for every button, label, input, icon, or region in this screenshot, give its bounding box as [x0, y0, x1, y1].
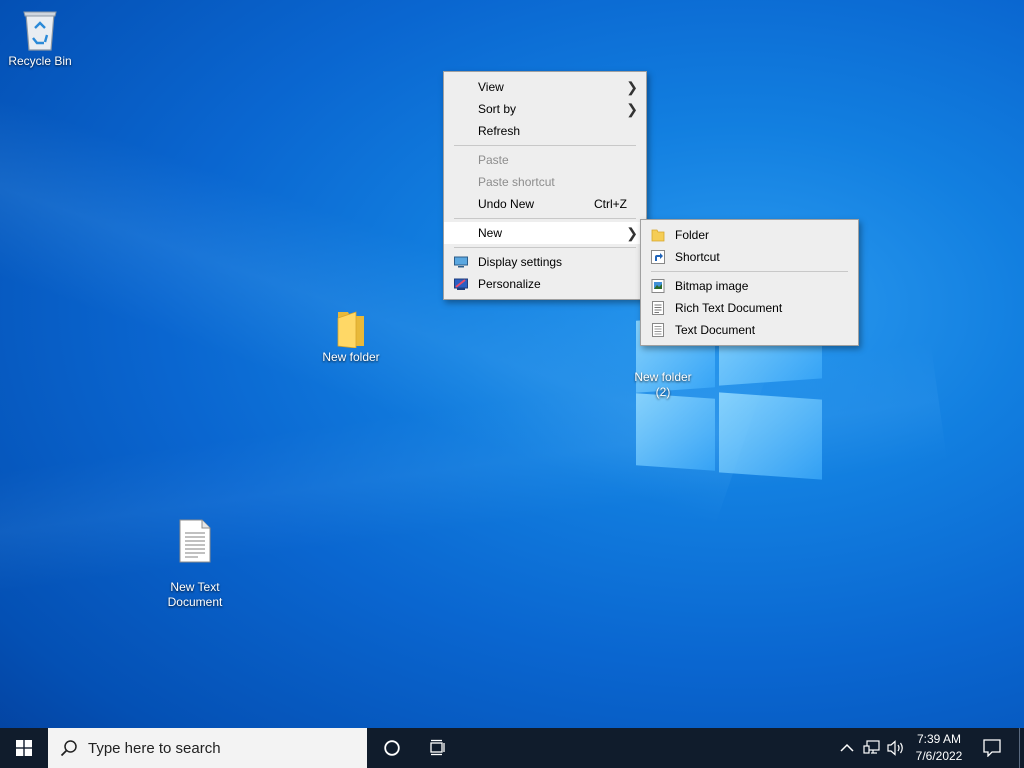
menu-item-sort-by[interactable]: Sort by ❯ — [444, 98, 646, 120]
shortcut-icon — [651, 250, 665, 264]
shortcut-hint: Ctrl+Z — [594, 197, 627, 211]
desktop-context-menu: View ❯ Sort by ❯ Refresh Paste Paste sho… — [443, 71, 647, 300]
desktop-icon-recycle-bin[interactable]: Recycle Bin — [0, 8, 80, 69]
chevron-up-icon — [840, 743, 854, 752]
rich-text-document-icon — [652, 301, 664, 315]
text-document-icon — [652, 323, 664, 337]
desktop-icon-new-folder-2[interactable]: New folder (2) — [623, 355, 703, 400]
clock-time: 7:39 AM — [916, 732, 962, 746]
menu-item-label: Display settings — [478, 255, 563, 269]
network-icon — [863, 740, 880, 754]
display-icon — [454, 256, 468, 268]
task-view-icon — [430, 739, 445, 756]
taskbar: Type here to search 7:39 AM 7/6/2022 — [0, 728, 1024, 768]
menu-item-label: Sort by — [478, 102, 517, 116]
notification-icon — [983, 739, 1001, 757]
submenu-item-rich-text-document[interactable]: Rich Text Document — [641, 297, 858, 319]
search-icon — [60, 740, 77, 757]
menu-item-new[interactable]: New ❯ — [444, 222, 646, 244]
volume-button[interactable] — [884, 728, 908, 768]
folder-icon — [651, 229, 665, 242]
menu-item-personalize[interactable]: Personalize — [444, 273, 646, 295]
submenu-item-text-document[interactable]: Text Document — [641, 319, 858, 341]
show-desktop-button[interactable] — [1019, 728, 1024, 768]
menu-item-label: Shortcut — [675, 250, 720, 264]
folder-icon — [337, 311, 364, 348]
desktop-icon-label: New folder — [322, 350, 380, 364]
menu-item-label: Refresh — [478, 124, 521, 138]
cortana-button[interactable] — [369, 728, 415, 768]
taskbar-clock[interactable]: 7:39 AM 7/6/2022 — [910, 731, 968, 765]
action-center-button[interactable] — [972, 728, 1018, 768]
bitmap-image-icon — [651, 279, 665, 293]
new-submenu: Folder Shortcut Bitmap image Rich Text D… — [640, 219, 859, 346]
taskbar-search-box[interactable]: Type here to search — [48, 728, 367, 768]
chevron-right-icon: ❯ — [626, 225, 638, 241]
recycle-bin-icon — [23, 11, 57, 51]
chevron-right-icon: ❯ — [626, 79, 638, 95]
task-view-button[interactable] — [416, 728, 462, 768]
desktop-icon-label: New folder (2) — [634, 370, 692, 399]
menu-item-label: Rich Text Document — [675, 301, 783, 315]
submenu-item-shortcut[interactable]: Shortcut — [641, 246, 858, 268]
menu-item-undo-new[interactable]: Undo New Ctrl+Z — [444, 193, 646, 215]
menu-item-label: Personalize — [478, 277, 541, 291]
menu-item-label: New — [478, 226, 503, 240]
menu-item-label: Paste — [478, 153, 509, 167]
chevron-right-icon: ❯ — [626, 101, 638, 117]
menu-item-view[interactable]: View ❯ — [444, 76, 646, 98]
menu-item-paste[interactable]: Paste — [444, 149, 646, 171]
start-button[interactable] — [0, 728, 48, 768]
menu-separator — [454, 247, 636, 248]
desktop-icon-new-text-document[interactable]: New Text Document — [155, 504, 235, 610]
menu-item-label: Undo New — [478, 197, 535, 211]
menu-item-display-settings[interactable]: Display settings — [444, 251, 646, 273]
submenu-item-folder[interactable]: Folder — [641, 224, 858, 246]
menu-item-label: Bitmap image — [675, 279, 749, 293]
menu-item-paste-shortcut[interactable]: Paste shortcut — [444, 171, 646, 193]
desktop-icon-new-folder[interactable]: New folder — [311, 308, 391, 365]
menu-item-label: Folder — [675, 228, 710, 242]
clock-date: 7/6/2022 — [915, 749, 963, 763]
menu-item-label: View — [478, 80, 504, 94]
desktop-icon-label: New Text Document — [167, 580, 223, 609]
personalize-icon — [454, 278, 468, 290]
submenu-item-bitmap-image[interactable]: Bitmap image — [641, 275, 858, 297]
desktop-icon-label: Recycle Bin — [8, 54, 72, 68]
search-placeholder: Type here to search — [88, 740, 221, 757]
menu-item-refresh[interactable]: Refresh — [444, 120, 646, 142]
menu-separator — [454, 218, 636, 219]
show-hidden-icons-button[interactable] — [836, 728, 858, 768]
speaker-icon — [887, 740, 903, 756]
menu-separator — [651, 271, 848, 272]
network-button[interactable] — [860, 728, 884, 768]
menu-item-label: Text Document — [675, 323, 756, 337]
menu-item-label: Paste shortcut — [478, 175, 555, 189]
text-document-icon — [179, 519, 211, 563]
cortana-circle-icon — [384, 740, 400, 756]
windows-logo-icon — [16, 740, 32, 756]
menu-separator — [454, 145, 636, 146]
